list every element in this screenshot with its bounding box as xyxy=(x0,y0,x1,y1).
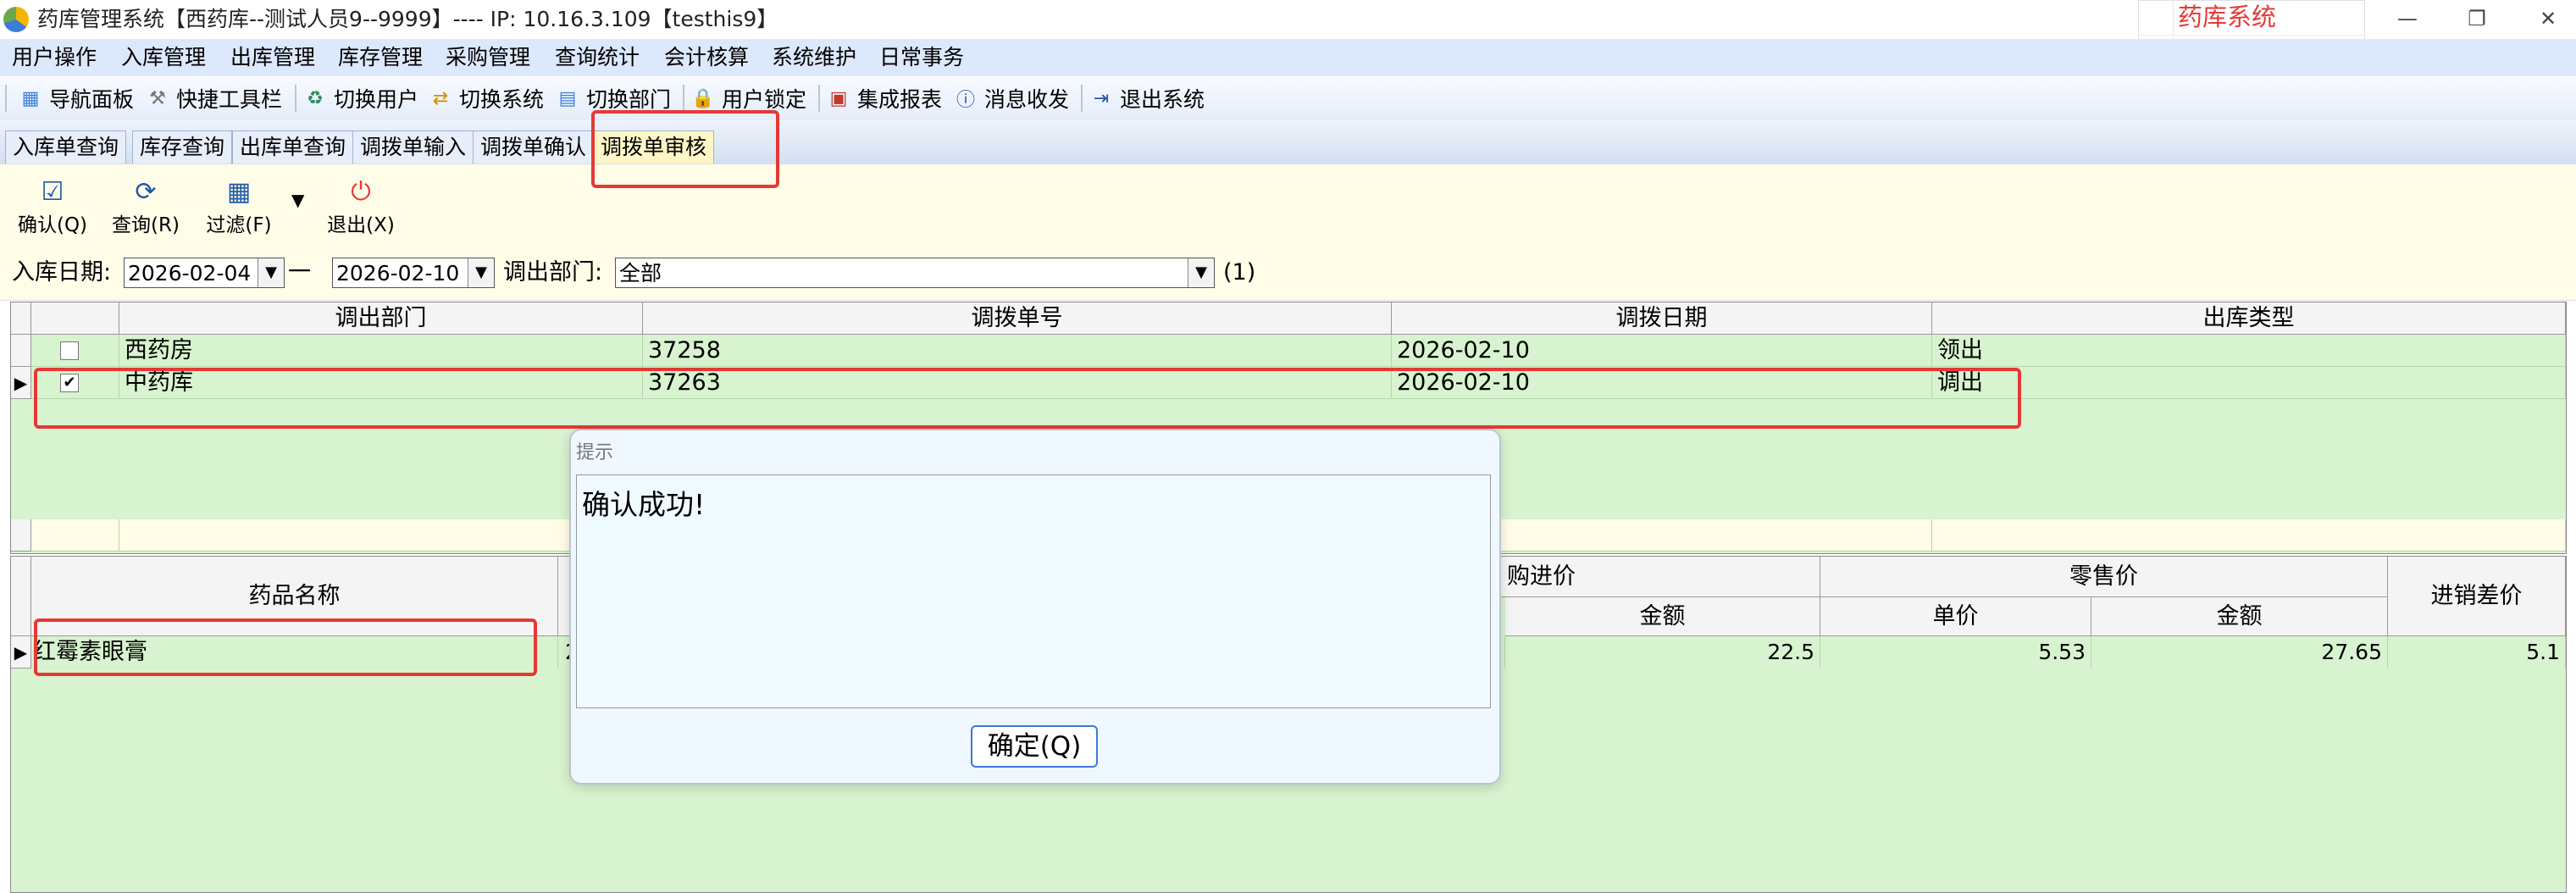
shortcut-toolbar-button[interactable]: ⚒ 快捷工具栏 xyxy=(146,83,282,114)
ok-button[interactable]: 确定(Q) xyxy=(971,725,1098,768)
menu-outbound[interactable]: 出库管理 xyxy=(230,44,315,71)
col-group-retail: 零售价 xyxy=(1820,557,2388,597)
dialog-message: 确认成功! xyxy=(576,474,1491,708)
confirm-button[interactable]: ☑ 确认(Q) xyxy=(12,178,93,237)
close-icon[interactable]: ✕ xyxy=(2523,3,2573,34)
highlight-drug-name xyxy=(34,618,537,676)
row-indicator-current: ▶ xyxy=(11,367,31,399)
row-header-corner xyxy=(11,302,31,335)
cell-retail-unit: 5.53 xyxy=(1820,636,2091,668)
menu-user-operations[interactable]: 用户操作 xyxy=(12,44,97,71)
switch-department-icon: ▤ xyxy=(558,87,577,109)
menu-daily-affairs[interactable]: 日常事务 xyxy=(879,44,964,71)
tab-inbound-query[interactable]: 入库单查询 xyxy=(5,130,127,164)
cell-order-no: 37258 xyxy=(643,335,1392,367)
message-dialog: 提示 确认成功! 确定(Q) xyxy=(569,429,1501,785)
action-bar: ☑ 确认(Q) ⟳ 查询(R) ▦ 过滤(F) ▼ ⏻ 退出(X) xyxy=(0,164,2576,242)
cell-out-type: 领出 xyxy=(1932,335,2566,367)
message-icon: ⓘ xyxy=(956,90,975,111)
date-separator: 一 xyxy=(288,259,311,286)
navigation-panel-icon: ▦ xyxy=(21,87,40,109)
col-header-purchase-amount[interactable]: 金额 xyxy=(1505,597,1820,636)
table-row[interactable]: 西药房 37258 2026-02-10 领出 xyxy=(11,335,2566,367)
chevron-down-icon[interactable]: ▼ xyxy=(468,258,494,287)
switch-system-button[interactable]: ⇄ 切换系统 xyxy=(429,83,544,114)
tab-transfer-confirm[interactable]: 调拨单确认 xyxy=(473,130,595,164)
col-header-out-type[interactable]: 出库类型 xyxy=(1932,302,2566,335)
user-lock-button[interactable]: 🔒 用户锁定 xyxy=(691,83,806,114)
cell-retail-amount: 27.65 xyxy=(2091,636,2388,668)
query-button[interactable]: ⟳ 查询(R) xyxy=(105,178,186,237)
chevron-down-icon[interactable]: ▼ xyxy=(258,258,284,287)
col-header-date[interactable]: 调拨日期 xyxy=(1392,302,1932,335)
exit-system-button[interactable]: ⇥ 退出系统 xyxy=(1089,83,1205,114)
side-widget-label: 药库系统 xyxy=(2178,3,2277,31)
exit-icon: ⏻ xyxy=(351,177,371,207)
toolbar: ▦ 导航面板 ⚒ 快捷工具栏 ♻ 切换用户 ⇄ 切换系统 ▤ 切换部门 🔒 用户… xyxy=(0,76,2576,121)
filter-button[interactable]: ▦ 过滤(F) xyxy=(198,178,280,237)
filter-dropdown-icon[interactable]: ▼ xyxy=(291,190,304,210)
switch-system-icon: ⇄ xyxy=(432,87,449,109)
dept-select[interactable]: 全部 ▼ xyxy=(615,258,1215,288)
switch-department-button[interactable]: ▤ 切换部门 xyxy=(556,83,671,114)
exit-button[interactable]: ⏻ 退出(X) xyxy=(320,178,402,237)
col-header-retail-unit[interactable]: 单价 xyxy=(1820,597,2091,636)
col-header-retail-amount[interactable]: 金额 xyxy=(2091,597,2388,636)
row-indicator xyxy=(11,335,31,367)
chevron-down-icon[interactable]: ▼ xyxy=(1188,258,1214,287)
menu-query-stats[interactable]: 查询统计 xyxy=(555,44,640,71)
minimize-icon[interactable]: — xyxy=(2382,3,2433,34)
filter-icon: ▦ xyxy=(226,177,252,207)
app-logo-icon xyxy=(3,7,29,32)
filter-bar: 入库日期: 2026-02-04 ▼ 一 2026-02-10 ▼ 调出部门: … xyxy=(0,242,2576,301)
exit-system-icon: ⇥ xyxy=(1093,87,1110,109)
date-from-picker[interactable]: 2026-02-04 ▼ xyxy=(124,258,285,288)
record-count: (1) xyxy=(1223,259,1256,286)
highlight-review-tab xyxy=(591,110,779,188)
restore-icon[interactable]: ❐ xyxy=(2451,3,2502,34)
date-label: 入库日期: xyxy=(12,259,112,286)
col-header-dept[interactable]: 调出部门 xyxy=(119,302,643,335)
row-checkbox[interactable] xyxy=(60,341,79,360)
menu-inventory[interactable]: 库存管理 xyxy=(338,44,423,71)
row-indicator-current: ▶ xyxy=(11,636,31,668)
cell-out-type: 调出 xyxy=(1932,367,2566,399)
cell-purchase-amount: 22.5 xyxy=(1505,636,1820,668)
integrated-report-button[interactable]: ▣ 集成报表 xyxy=(827,83,942,114)
tab-transfer-input[interactable]: 调拨单输入 xyxy=(352,130,474,164)
col-header-margin[interactable]: 进销差价 xyxy=(2388,557,2566,636)
cell-date: 2026-02-10 xyxy=(1392,335,1932,367)
integrated-report-icon: ▣ xyxy=(829,87,848,109)
menu-purchase[interactable]: 采购管理 xyxy=(446,44,530,71)
menu-system-maintenance[interactable]: 系统维护 xyxy=(772,44,856,71)
confirm-icon: ☑ xyxy=(41,177,64,207)
switch-user-icon: ♻ xyxy=(307,87,324,109)
window-title: 药库管理系统【西药库--测试人员9--9999】---- IP: 10.16.3… xyxy=(37,7,778,31)
highlight-selected-row xyxy=(34,368,2021,429)
switch-user-button[interactable]: ♻ 切换用户 xyxy=(303,83,418,114)
query-icon: ⟳ xyxy=(135,177,157,207)
message-button[interactable]: ⓘ 消息收发 xyxy=(954,83,1069,114)
menu-bar: 用户操作 入库管理 出库管理 库存管理 采购管理 查询统计 会计核算 系统维护 … xyxy=(0,39,2576,76)
shortcut-toolbar-icon: ⚒ xyxy=(149,87,166,109)
user-lock-icon: 🔒 xyxy=(691,87,715,109)
tab-strip: 入库单查询 库存查询 出库单查询 调拨单输入 调拨单确认 调拨单审核 xyxy=(0,120,2576,166)
date-to-picker[interactable]: 2026-02-10 ▼ xyxy=(332,258,495,288)
cell-margin: 5.1 xyxy=(2388,636,2566,668)
tab-inventory-query[interactable]: 库存查询 xyxy=(132,130,233,164)
navigation-panel-button[interactable]: ▦ 导航面板 xyxy=(19,83,134,114)
menu-inbound[interactable]: 入库管理 xyxy=(121,44,206,71)
dept-label: 调出部门: xyxy=(503,259,603,286)
checkbox-column-header xyxy=(31,302,119,335)
dialog-title: 提示 xyxy=(576,442,614,463)
tab-outbound-query[interactable]: 出库单查询 xyxy=(232,130,354,164)
row-checkbox-cell xyxy=(31,335,119,367)
col-header-order-no[interactable]: 调拨单号 xyxy=(643,302,1392,335)
menu-accounting[interactable]: 会计核算 xyxy=(664,44,749,71)
cell-dept: 西药房 xyxy=(119,335,643,367)
